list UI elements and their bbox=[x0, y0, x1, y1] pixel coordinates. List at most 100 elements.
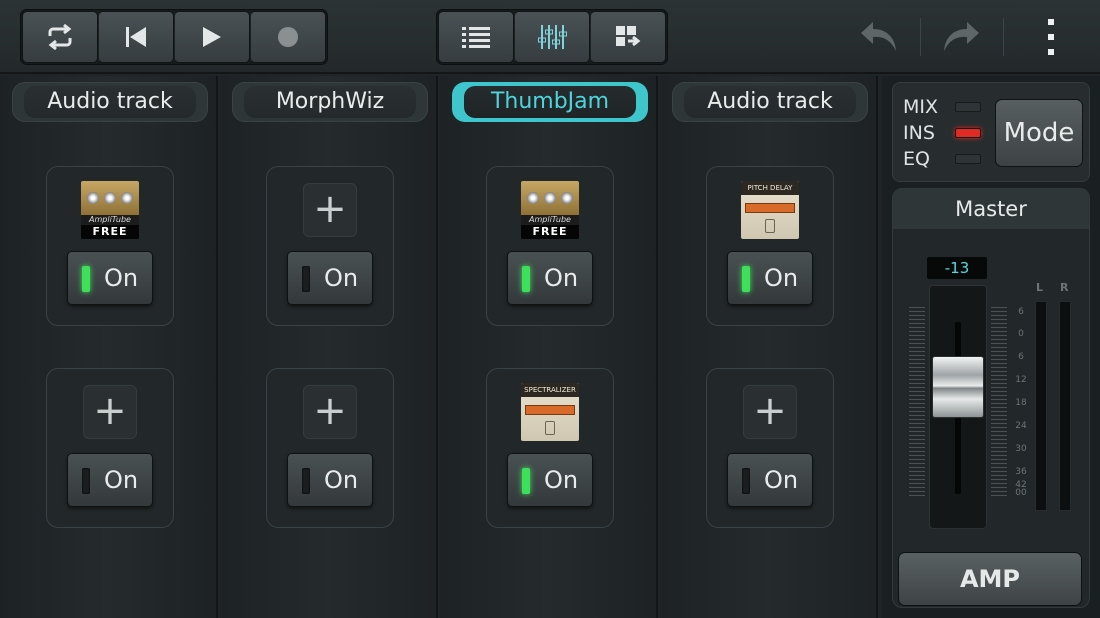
insert-slot: AmpliTube FREE On bbox=[46, 166, 174, 326]
on-led-indicator bbox=[742, 468, 750, 494]
redo-icon bbox=[944, 22, 979, 51]
view-switcher bbox=[436, 9, 668, 65]
record-button[interactable] bbox=[250, 11, 326, 63]
master-title: Master bbox=[893, 189, 1089, 229]
fader-tick-label: 0 bbox=[1018, 329, 1024, 339]
on-toggle-label: On bbox=[544, 264, 579, 292]
insert-slot: + On bbox=[706, 368, 834, 528]
track-name: Audio track bbox=[684, 86, 856, 118]
fader-scale-left bbox=[909, 307, 925, 497]
fader-tick-label: 30 bbox=[1015, 444, 1027, 454]
insert-on-toggle[interactable]: On bbox=[507, 453, 593, 507]
add-plugin-button[interactable]: + bbox=[303, 385, 357, 439]
level-meter-right bbox=[1059, 301, 1071, 511]
track-strip: Audio track AmpliTube FREE On + On bbox=[0, 76, 218, 618]
mode-ins-led bbox=[955, 128, 981, 138]
fader-tick-label: 18 bbox=[1015, 398, 1027, 408]
on-led-indicator bbox=[522, 468, 530, 494]
add-plugin-button[interactable]: + bbox=[303, 183, 357, 237]
insert-slot: + On bbox=[266, 368, 394, 528]
toolbar-divider bbox=[920, 18, 921, 56]
on-toggle-label: On bbox=[764, 466, 799, 494]
track-name: Audio track bbox=[24, 86, 196, 118]
skip-back-icon bbox=[126, 27, 146, 47]
mode-button[interactable]: Mode bbox=[995, 99, 1083, 167]
meter-left-label: L bbox=[1036, 281, 1044, 294]
amplitube-free-label: FREE bbox=[81, 225, 139, 239]
track-strip: MorphWiz + On + On bbox=[220, 76, 438, 618]
insert-slot: SPECTRALIZER On bbox=[486, 368, 614, 528]
add-plugin-button[interactable]: + bbox=[83, 385, 137, 439]
insert-on-toggle[interactable]: On bbox=[287, 453, 373, 507]
master-panel: MIX INS EQ Mode Master -13 6 0 6 12 18 24 30 36… bbox=[882, 76, 1100, 618]
insert-on-toggle[interactable]: On bbox=[67, 453, 153, 507]
undo-button[interactable] bbox=[854, 12, 904, 62]
track-name: MorphWiz bbox=[244, 86, 416, 118]
mode-eq-label: EQ bbox=[903, 148, 930, 170]
record-icon bbox=[278, 27, 298, 47]
master-fader-handle[interactable] bbox=[932, 356, 984, 418]
amp-button[interactable]: AMP bbox=[898, 552, 1082, 606]
on-toggle-label: On bbox=[324, 466, 359, 494]
toolbar-divider bbox=[1003, 18, 1004, 56]
on-toggle-label: On bbox=[764, 264, 799, 292]
top-toolbar bbox=[0, 0, 1100, 74]
insert-on-toggle[interactable]: On bbox=[727, 251, 813, 305]
insert-on-toggle[interactable]: On bbox=[67, 251, 153, 305]
track-header[interactable]: Audio track bbox=[672, 82, 868, 122]
mode-mix-led bbox=[955, 102, 981, 112]
redo-button[interactable] bbox=[936, 12, 986, 62]
insert-on-toggle[interactable]: On bbox=[287, 251, 373, 305]
track-header[interactable]: Audio track bbox=[12, 82, 208, 122]
master-db-readout: -13 bbox=[927, 257, 987, 279]
track-header[interactable]: ThumbJam bbox=[452, 82, 648, 122]
on-toggle-label: On bbox=[544, 466, 579, 494]
fader-tick-label: 6 bbox=[1018, 352, 1024, 362]
track-header[interactable]: MorphWiz bbox=[232, 82, 428, 122]
meter-right-label: R bbox=[1060, 281, 1069, 294]
master-channel: Master -13 6 0 6 12 18 24 30 36 42 00 L R bbox=[892, 188, 1090, 608]
insert-on-toggle[interactable]: On bbox=[507, 251, 593, 305]
mode-ins-label: INS bbox=[903, 122, 935, 144]
fader-tick-label: 24 bbox=[1015, 421, 1027, 431]
more-menu-button[interactable] bbox=[1026, 12, 1076, 62]
mixer-view-button[interactable] bbox=[514, 11, 590, 63]
amplitube-wordmark: AmpliTube bbox=[521, 215, 579, 225]
amplitube-plugin-icon[interactable]: AmpliTube FREE bbox=[521, 181, 579, 239]
insert-slot: AmpliTube FREE On bbox=[486, 166, 614, 326]
fader-scale-right bbox=[991, 307, 1007, 497]
loop-button[interactable] bbox=[22, 11, 98, 63]
grid-view-button[interactable] bbox=[590, 11, 666, 63]
insert-slot: PITCH DELAY On bbox=[706, 166, 834, 326]
on-led-indicator bbox=[82, 468, 90, 494]
pitch-delay-title: PITCH DELAY bbox=[741, 181, 799, 195]
list-view-icon bbox=[462, 27, 490, 48]
on-led-indicator bbox=[522, 266, 530, 292]
skip-back-button[interactable] bbox=[98, 11, 174, 63]
on-led-indicator bbox=[82, 266, 90, 292]
mode-mix[interactable]: MIX bbox=[903, 95, 983, 119]
track-strip: Audio track PITCH DELAY On + On bbox=[660, 76, 878, 618]
pitch-delay-plugin-icon[interactable]: PITCH DELAY bbox=[741, 181, 799, 239]
mode-eq[interactable]: EQ bbox=[903, 147, 983, 171]
fader-tick-label: 12 bbox=[1015, 375, 1027, 385]
grid-view-icon bbox=[616, 26, 641, 47]
spectralizer-title: SPECTRALIZER bbox=[521, 383, 579, 397]
mode-ins[interactable]: INS bbox=[903, 121, 983, 145]
insert-on-toggle[interactable]: On bbox=[727, 453, 813, 507]
track-name: ThumbJam bbox=[464, 86, 636, 118]
play-icon bbox=[203, 27, 221, 47]
list-view-button[interactable] bbox=[438, 11, 514, 63]
mode-eq-led bbox=[955, 154, 981, 164]
play-button[interactable] bbox=[174, 11, 250, 63]
amplitube-plugin-icon[interactable]: AmpliTube FREE bbox=[81, 181, 139, 239]
master-fader[interactable] bbox=[929, 285, 987, 529]
on-led-indicator bbox=[302, 266, 310, 292]
insert-slot: + On bbox=[46, 368, 174, 528]
mode-mix-label: MIX bbox=[903, 96, 939, 118]
undo-icon bbox=[861, 22, 896, 51]
track-strip: ThumbJam AmpliTube FREE On SPECTRALIZER … bbox=[440, 76, 658, 618]
add-plugin-button[interactable]: + bbox=[743, 385, 797, 439]
spectralizer-plugin-icon[interactable]: SPECTRALIZER bbox=[521, 383, 579, 441]
fader-tick-label: 6 bbox=[1018, 307, 1024, 317]
